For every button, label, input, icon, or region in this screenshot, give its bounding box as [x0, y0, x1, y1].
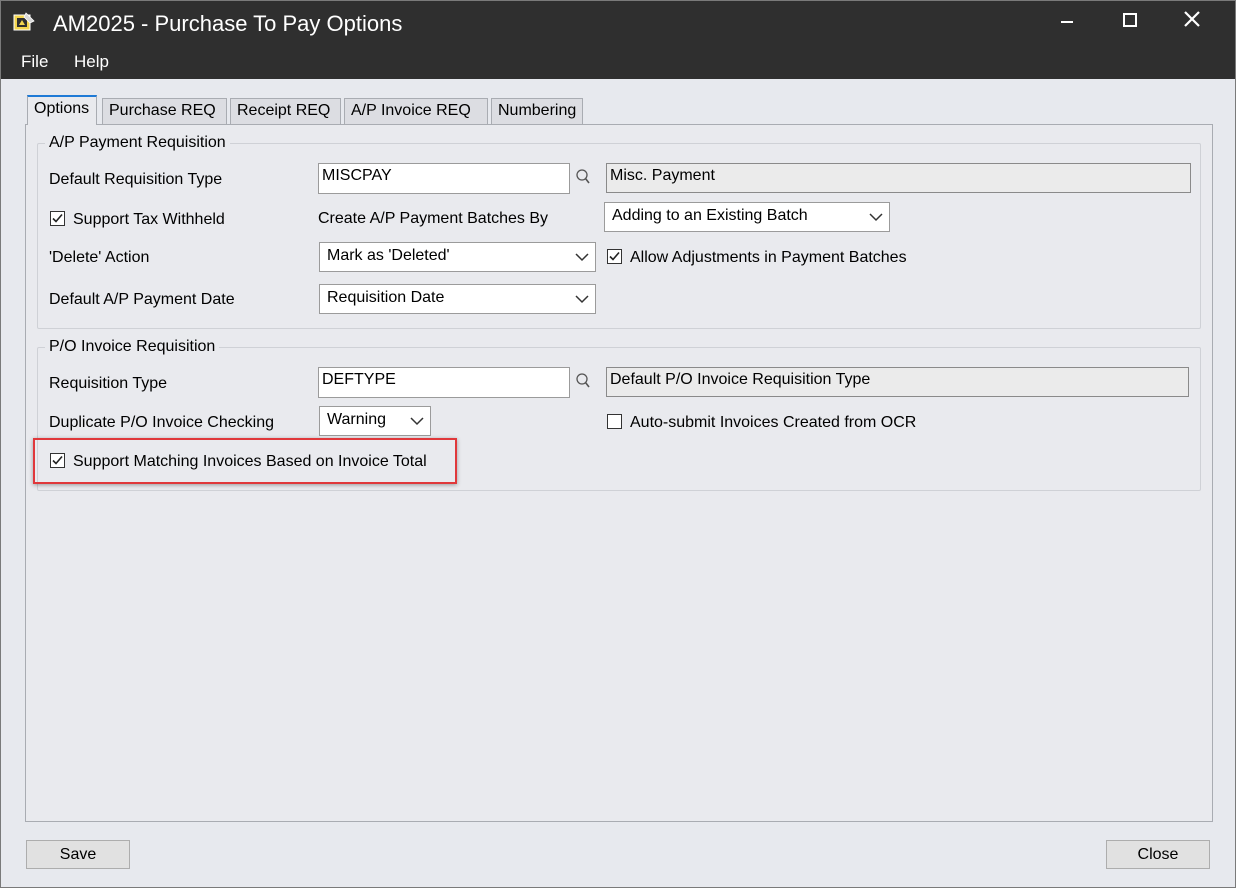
dup-checking-select[interactable]: Warning [319, 406, 431, 436]
tab-ap-invoice-req[interactable]: A/P Invoice REQ [344, 98, 488, 124]
ap-payment-group-title: A/P Payment Requisition [45, 134, 230, 152]
tab-options[interactable]: Options [27, 95, 97, 125]
chevron-down-icon [869, 213, 883, 222]
close-button[interactable]: Close [1106, 840, 1210, 869]
dup-checking-value: Warning [327, 411, 386, 428]
close-window-button[interactable] [1163, 1, 1221, 41]
delete-action-select[interactable]: Mark as 'Deleted' [319, 242, 596, 272]
auto-submit-label: Auto-submit Invoices Created from OCR [630, 414, 917, 431]
tab-purchase-req[interactable]: Purchase REQ [102, 98, 227, 124]
minimize-button[interactable] [1039, 1, 1097, 41]
finder-icon[interactable] [574, 372, 592, 390]
chevron-down-icon [575, 295, 589, 304]
save-button[interactable]: Save [26, 840, 130, 869]
menu-file[interactable]: File [21, 52, 48, 72]
options-window: AM2025 - Purchase To Pay Options File He… [0, 0, 1236, 888]
app-icon [13, 12, 35, 32]
menu-help[interactable]: Help [74, 52, 109, 72]
default-req-type-label: Default Requisition Type [49, 171, 223, 188]
po-invoice-group-title: P/O Invoice Requisition [45, 338, 220, 356]
support-tax-withheld-label: Support Tax Withheld [73, 211, 225, 228]
support-tax-withheld-checkbox[interactable] [50, 211, 65, 226]
req-type-input[interactable]: DEFTYPE [318, 367, 570, 398]
delete-action-value: Mark as 'Deleted' [327, 247, 450, 264]
title-bar: AM2025 - Purchase To Pay Options [1, 1, 1235, 45]
create-batches-value: Adding to an Existing Batch [612, 207, 808, 224]
default-payment-date-select[interactable]: Requisition Date [319, 284, 596, 314]
default-req-type-description: Misc. Payment [606, 163, 1191, 193]
allow-adjustments-checkbox[interactable] [607, 249, 622, 264]
chevron-down-icon [575, 253, 589, 262]
menu-bar: File Help [1, 45, 1235, 79]
default-req-type-input[interactable]: MISCPAY [318, 163, 570, 194]
chevron-down-icon [410, 417, 424, 426]
finder-icon[interactable] [574, 168, 592, 186]
tab-numbering[interactable]: Numbering [491, 98, 583, 124]
req-type-description: Default P/O Invoice Requisition Type [606, 367, 1189, 397]
create-batches-select[interactable]: Adding to an Existing Batch [604, 202, 890, 232]
highlight-box [33, 438, 457, 484]
dup-checking-label: Duplicate P/O Invoice Checking [49, 414, 274, 431]
tab-receipt-req[interactable]: Receipt REQ [230, 98, 341, 124]
create-batches-label: Create A/P Payment Batches By [318, 210, 549, 227]
delete-action-label: 'Delete' Action [49, 249, 150, 266]
maximize-button[interactable] [1101, 1, 1159, 41]
auto-submit-checkbox[interactable] [607, 414, 622, 429]
window-title: AM2025 - Purchase To Pay Options [53, 11, 403, 36]
default-payment-date-label: Default A/P Payment Date [49, 291, 235, 308]
default-payment-date-value: Requisition Date [327, 289, 445, 306]
req-type-label: Requisition Type [49, 375, 167, 392]
allow-adjustments-label: Allow Adjustments in Payment Batches [630, 249, 907, 266]
